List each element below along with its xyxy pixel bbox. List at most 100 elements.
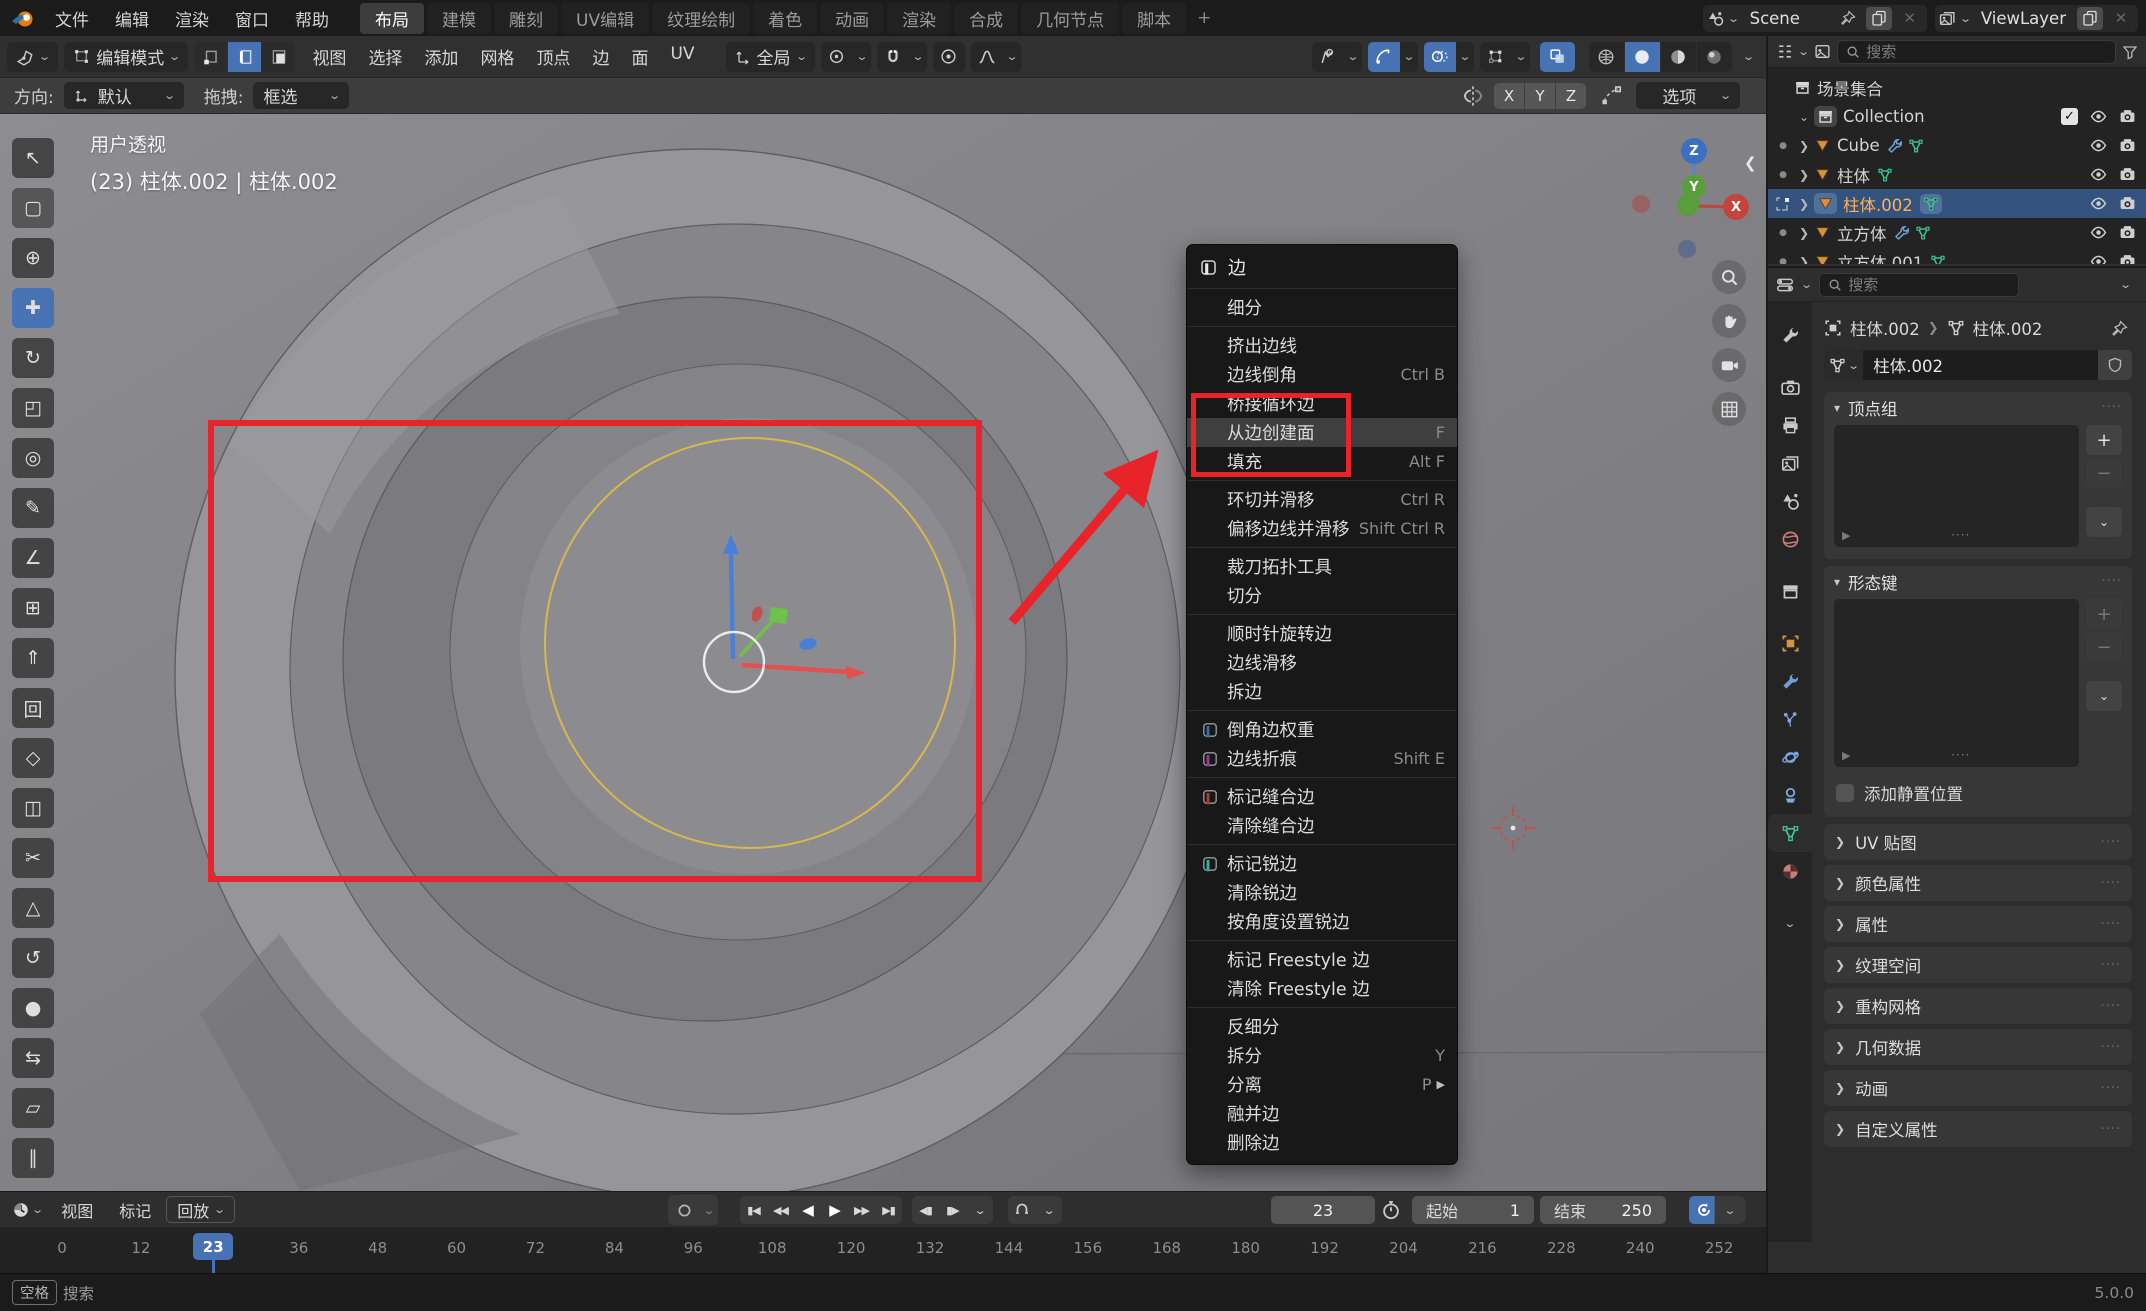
frame-end-field[interactable]: 结束 250 xyxy=(1540,1196,1666,1224)
transform-tool-button[interactable]: ◎ xyxy=(12,438,54,478)
mode-selector[interactable]: 编辑模式 ⌄ xyxy=(64,42,188,72)
viewport-menu-item[interactable]: 选择 xyxy=(357,40,413,73)
collapsed-panel[interactable]: ❯自定义属性···· xyxy=(1824,1111,2132,1147)
move-tool-button[interactable]: ✚ xyxy=(12,288,54,328)
camera-view-button[interactable] xyxy=(1712,348,1746,382)
resize-grip-icon[interactable]: ···· xyxy=(1951,748,1970,762)
panel-grip-icon[interactable]: ···· xyxy=(2100,1040,2121,1055)
scale-tool-button[interactable]: ◰ xyxy=(12,388,54,428)
loop-cut-tool-button[interactable]: ◫ xyxy=(12,788,54,828)
properties-tab-object[interactable] xyxy=(1768,624,1812,662)
properties-tab-view-layer[interactable] xyxy=(1768,444,1812,482)
expand-arrow-icon[interactable]: ❯ xyxy=(1794,255,1814,265)
shape-key-specials-button[interactable]: ⌄ xyxy=(2086,681,2122,711)
viewport-menu-item[interactable]: 边 xyxy=(581,40,620,73)
shape-keys-panel-header[interactable]: ▾ 形态键 ···· xyxy=(1824,566,2132,597)
hide-eye-icon[interactable] xyxy=(2090,137,2107,154)
panel-grip-icon[interactable]: ···· xyxy=(2100,835,2121,850)
workspace-tab[interactable]: UV编辑 xyxy=(561,3,649,34)
context-menu-item[interactable]: 标记锐边 xyxy=(1187,849,1457,878)
viewlayer-icon[interactable] xyxy=(1939,10,1956,27)
xray-toggle[interactable] xyxy=(1540,42,1575,72)
poly-build-tool-button[interactable]: △ xyxy=(12,888,54,928)
remove-viewlayer-button[interactable]: ✕ xyxy=(2108,7,2134,30)
topbar-menu-item[interactable]: 文件 xyxy=(42,4,102,33)
select-box-tool-button[interactable]: ▢ xyxy=(12,188,54,228)
workspace-tab[interactable]: 渲染 xyxy=(887,3,951,34)
solid-shading-button[interactable] xyxy=(1625,42,1660,72)
viewport-menu-item[interactable]: 面 xyxy=(620,40,659,73)
shading-dropdown[interactable]: ⌄ xyxy=(1734,50,1764,63)
mirror-axis-z-button[interactable]: Z xyxy=(1556,83,1586,109)
context-menu-item[interactable]: 顺时针旋转边 xyxy=(1187,619,1457,648)
outliner-row[interactable]: ●❯Cube xyxy=(1768,131,2146,160)
properties-tab-material[interactable] xyxy=(1768,852,1812,890)
add-rest-position-checkbox[interactable] xyxy=(1836,784,1854,802)
display-mode-icon[interactable] xyxy=(1814,43,1831,60)
viewport-menu-item[interactable]: 视图 xyxy=(301,40,357,73)
context-menu-item[interactable]: 标记缝合边 xyxy=(1187,782,1457,811)
show-gizmo-dropdown[interactable]: 0 ⌄ xyxy=(1312,42,1362,72)
tweak-tool-button[interactable]: ↖ xyxy=(12,138,54,178)
chevron-down-icon[interactable]: ⌄ xyxy=(961,1196,993,1224)
editor-type-button[interactable]: ⌄ xyxy=(7,42,58,72)
chevron-down-icon[interactable]: ⌄ xyxy=(1715,1196,1746,1224)
add-vertex-group-button[interactable]: + xyxy=(2086,425,2122,455)
outliner-row[interactable]: ●❯立方体 xyxy=(1768,218,2146,247)
knife-tool-button[interactable]: ✂ xyxy=(12,838,54,878)
hide-eye-icon[interactable] xyxy=(2090,195,2107,212)
pin-icon[interactable] xyxy=(1835,7,1861,30)
shape-keys-list[interactable]: ▶···· xyxy=(1834,599,2079,767)
previous-keyframe-button[interactable]: ◀◀ xyxy=(767,1196,794,1224)
falloff-selector[interactable]: ⌄ xyxy=(971,42,1021,72)
context-menu-item[interactable]: 偏移边线并滑移Shift Ctrl R xyxy=(1187,514,1457,543)
expand-arrow-icon[interactable]: ⌄ xyxy=(1794,110,1814,124)
grid-ortho-button[interactable] xyxy=(1712,392,1746,426)
navigation-gizmo[interactable]: Z Y X xyxy=(1624,128,1754,258)
play-button[interactable]: ▶ xyxy=(821,1196,848,1224)
properties-tab-world[interactable] xyxy=(1768,520,1812,558)
disable-render-icon[interactable] xyxy=(2119,137,2136,154)
playback-popover[interactable]: 回放⌄ xyxy=(166,1196,235,1223)
smooth-tool-button[interactable]: ● xyxy=(12,988,54,1028)
disable-render-icon[interactable] xyxy=(2119,166,2136,183)
context-menu-item[interactable]: 环切并滑移Ctrl R xyxy=(1187,485,1457,514)
properties-tab-output[interactable] xyxy=(1768,406,1812,444)
context-menu-item[interactable]: 删除边 xyxy=(1187,1128,1457,1157)
collection-checkbox[interactable]: ✓ xyxy=(2061,108,2078,125)
collapsed-panel[interactable]: ❯动画···· xyxy=(1824,1070,2132,1106)
measure-tool-button[interactable]: ∠ xyxy=(12,538,54,578)
workspace-tab[interactable]: 脚本 xyxy=(1122,3,1186,34)
timeline-ruler[interactable]: 23 0123648607284961081201321441561681801… xyxy=(0,1228,1766,1273)
gizmo-center[interactable] xyxy=(1677,194,1699,216)
panel-grip-icon[interactable]: ···· xyxy=(2100,1081,2121,1096)
next-keyframe-button[interactable]: ▶▶ xyxy=(848,1196,875,1224)
collapsed-panel[interactable]: ❯颜色属性···· xyxy=(1824,865,2132,901)
context-menu-item[interactable]: 反细分 xyxy=(1187,1012,1457,1041)
workspace-tab[interactable]: 着色 xyxy=(753,3,817,34)
filter-icon[interactable] xyxy=(2122,44,2138,60)
gizmo-x-negative[interactable] xyxy=(1632,195,1650,213)
disable-render-icon[interactable] xyxy=(2119,195,2136,212)
wireframe-shading-button[interactable] xyxy=(1589,42,1624,72)
jump-to-start-button[interactable]: ▮◀ xyxy=(740,1196,767,1224)
outliner-search-input[interactable] xyxy=(1866,43,2107,61)
mesh-datablock-icon[interactable]: ⌄ xyxy=(1824,350,1863,380)
remove-vertex-group-button[interactable]: − xyxy=(2086,458,2122,488)
context-menu-item[interactable]: 标记 Freestyle 边 xyxy=(1187,945,1457,974)
collapsed-panel[interactable]: ❯几何数据···· xyxy=(1824,1029,2132,1065)
viewport-menu-item[interactable]: 顶点 xyxy=(525,40,581,73)
properties-tab-render[interactable] xyxy=(1768,368,1812,406)
properties-tab-data[interactable] xyxy=(1768,814,1812,852)
workspace-tab[interactable]: 纹理绘制 xyxy=(652,3,750,34)
material-preview-button[interactable] xyxy=(1661,42,1696,72)
new-viewlayer-button[interactable] xyxy=(2077,7,2103,30)
gizmo-icon[interactable] xyxy=(1368,42,1400,72)
topbar-menu-item[interactable]: 编辑 xyxy=(102,4,162,33)
context-menu-item[interactable]: 边线滑移 xyxy=(1187,648,1457,677)
properties-editor-icon[interactable] xyxy=(1776,276,1794,294)
hide-eye-icon[interactable] xyxy=(2090,166,2107,183)
timeline-menu-marker[interactable]: 标记 xyxy=(108,1194,162,1226)
pivot-point-selector[interactable]: ⌄ xyxy=(821,42,871,72)
extrude-region-tool-button[interactable]: ⇑ xyxy=(12,638,54,678)
